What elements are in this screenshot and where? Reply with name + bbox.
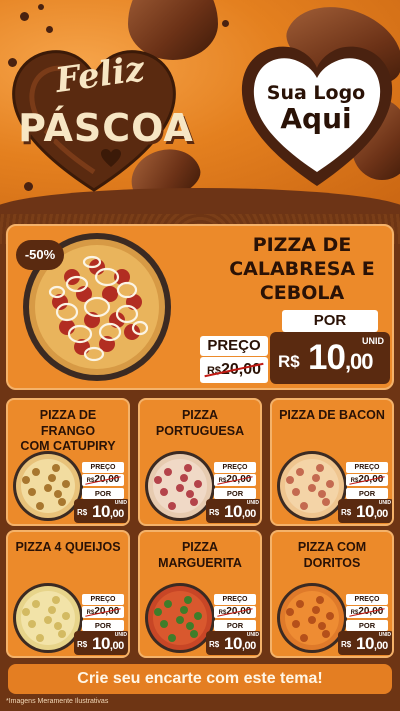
disclaimer: *Imagens Meramente Ilustrativas	[6, 698, 109, 705]
new-price-dec: ,00	[373, 640, 388, 652]
new-price: R$ 10,00 UNID	[74, 631, 128, 655]
new-price-currency: R$	[341, 508, 352, 517]
product-title: PIZZA MARGUERITA	[144, 540, 256, 571]
product-card: PIZZA 4 QUEIJOS PREÇOR$20,00 POR R$ 10,00 UNI…	[6, 530, 130, 658]
product-card: PIZZA COMDORITOS PREÇOR$20,00 POR R$ 10,00 UN…	[270, 530, 394, 658]
price-label: PREÇO	[346, 594, 388, 605]
product-title-line1: PIZZA	[181, 540, 219, 554]
unit-label: UNID	[246, 500, 259, 506]
featured-title-line2: CALABRESA E	[229, 257, 375, 280]
new-price-dec: ,00	[109, 508, 124, 520]
product-card: PIZZAMARGUERITA PREÇOR$20,00 POR R$ 10,00 UNI…	[138, 530, 262, 658]
price-label: PREÇO	[214, 462, 256, 473]
por-label: POR	[214, 488, 256, 499]
por-label: POR	[346, 488, 388, 499]
chocolate-chip-icon	[222, 20, 229, 27]
new-price-currency: R$	[209, 508, 220, 517]
price-label: PREÇO	[346, 462, 388, 473]
product-title-line1: PIZZA 4 QUEIJOS	[15, 540, 121, 554]
new-price-int: 10	[308, 338, 346, 377]
old-price: R$20,00	[346, 474, 388, 486]
unit-label: UNID	[246, 632, 259, 638]
new-price-dec: ,00	[344, 349, 374, 374]
por-label: POR	[82, 488, 124, 499]
price-label: PREÇO	[214, 594, 256, 605]
chocolate-chip-icon	[20, 12, 29, 21]
product-title: PIZZA 4 QUEIJOS	[12, 540, 124, 556]
unit-label: UNID	[378, 500, 391, 506]
new-price-currency: R$	[209, 640, 220, 649]
product-title-line2: MARGUERITA	[158, 555, 242, 570]
discount-badge: -50%	[16, 240, 64, 270]
new-price-dec: ,00	[241, 640, 256, 652]
unit-label: UNID	[378, 632, 391, 638]
por-label: POR	[214, 620, 256, 631]
featured-title-line1: PIZZA DE	[252, 234, 352, 256]
unit-label: UNID	[114, 500, 127, 506]
por-label: POR	[346, 620, 388, 631]
product-title-line2: DORITOS	[303, 555, 361, 570]
new-price-dec: ,00	[373, 508, 388, 520]
heart-icon	[101, 149, 121, 167]
por-label: POR	[82, 620, 124, 631]
cta-banner: Crie seu encarte com este tema!	[8, 664, 392, 694]
new-price-currency: R$	[278, 352, 300, 371]
price-label: PREÇO	[82, 462, 124, 473]
unit-label: UNID	[114, 632, 127, 638]
greeting-line2: PÁSCOA	[18, 106, 194, 150]
product-title: PIZZA PORTUGUESA	[144, 408, 256, 439]
por-label: POR	[282, 310, 378, 332]
unit-label: UNID	[362, 336, 384, 346]
product-title-line1: PIZZA	[181, 408, 219, 422]
old-price: R$20,00	[214, 606, 256, 618]
chocolate-chip-icon	[38, 4, 44, 10]
flyer-page: Feliz PÁSCOA Sua Logo Aqui -50% PIZZA DE…	[0, 0, 400, 711]
old-price: R$20,00	[214, 474, 256, 486]
new-price: R$ 10,00 UNID	[338, 631, 392, 655]
product-title: PIZZA DE FRANGO COM CATUPIRY	[12, 408, 124, 455]
old-price: R$20,00	[346, 606, 388, 618]
new-price-currency: R$	[341, 640, 352, 649]
product-title-line1: PIZZA COM	[297, 540, 367, 554]
new-price-int: 10	[92, 634, 110, 653]
old-price: R$20,00	[200, 357, 268, 383]
new-price-dec: ,00	[109, 640, 124, 652]
new-price-int: 10	[92, 502, 110, 521]
new-price: R$ 10,00 UNID	[206, 631, 260, 655]
new-price-int: 10	[356, 634, 374, 653]
product-card: PIZZA DE FRANGOCOM CATUPIRY PREÇOR$20,00 P…	[6, 398, 130, 526]
price-label: PREÇO	[200, 336, 268, 356]
product-title: PIZZA DE BACON	[276, 408, 388, 424]
old-price: R$20,00	[82, 474, 124, 486]
new-price-int: 10	[356, 502, 374, 521]
new-price: R$ 10,00 UNID	[206, 499, 260, 523]
new-price: R$ 10,00 UNID	[338, 499, 392, 523]
old-price: R$20,00	[82, 606, 124, 618]
product-card: PIZZA DE BACON PREÇOR$20,00 POR R$ 10,00 UNID	[270, 398, 394, 526]
new-price: R$ 10,00 UNID	[270, 332, 390, 384]
new-price-currency: R$	[77, 508, 88, 517]
featured-title-line3: CEBOLA	[259, 281, 345, 304]
product-title: PIZZA COM DORITOS	[276, 540, 388, 571]
product-title-line1: PIZZA DE BACON	[279, 408, 385, 422]
featured-product: -50% PIZZA DE CALABRESA E CEBOLA PREÇO R…	[6, 224, 394, 390]
chocolate-chip-icon	[46, 26, 53, 33]
new-price-dec: ,00	[241, 508, 256, 520]
product-card: PIZZAPORTUGUESA PREÇOR$20,00 POR R$ 10,00 UNI…	[138, 398, 262, 526]
new-price-int: 10	[224, 502, 242, 521]
new-price: R$ 10,00 UNID	[74, 499, 128, 523]
product-title-line2: PORTUGUESA	[155, 423, 245, 438]
logo-placeholder: Sua Logo Aqui	[250, 82, 382, 135]
new-price-currency: R$	[77, 640, 88, 649]
logo-line2: Aqui	[280, 101, 352, 135]
featured-title: PIZZA DE CALABRESA E CEBOLA	[214, 234, 390, 305]
new-price-int: 10	[224, 634, 242, 653]
price-label: PREÇO	[82, 594, 124, 605]
product-title-line1: PIZZA DE FRANGO	[39, 408, 97, 438]
logo-line1: Sua Logo	[266, 82, 366, 104]
easter-header: Feliz PÁSCOA Sua Logo Aqui	[0, 0, 400, 215]
